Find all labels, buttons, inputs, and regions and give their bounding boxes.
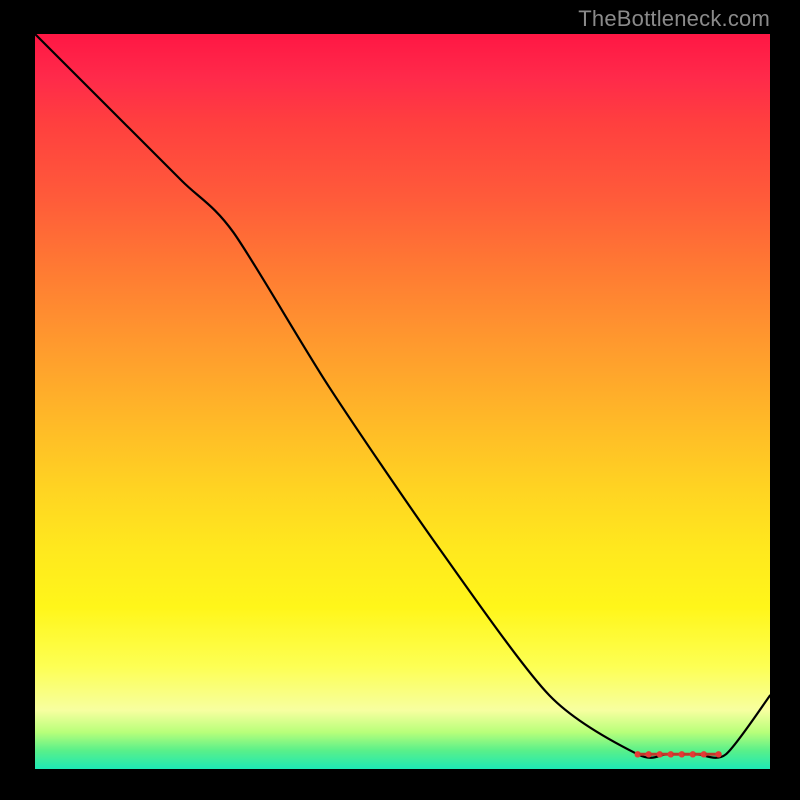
watermark-text: TheBottleneck.com xyxy=(578,6,770,32)
marker-dot xyxy=(715,751,721,757)
curve-line xyxy=(35,34,770,758)
plot-area xyxy=(35,34,770,769)
chart-svg xyxy=(35,34,770,769)
chart-frame: TheBottleneck.com xyxy=(0,0,800,800)
